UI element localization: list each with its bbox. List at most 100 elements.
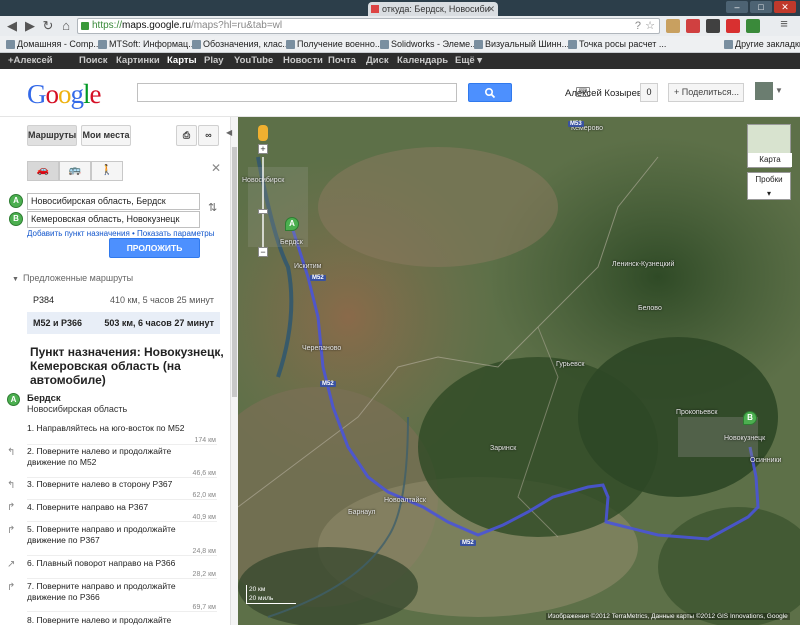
map-label: Осинники	[750, 457, 782, 464]
google-bar: +Алексей Поиск Картинки Карты Play YouTu…	[0, 53, 800, 69]
search-input[interactable]: ⌨	[137, 83, 590, 102]
gbar-item-maps[interactable]: Карты	[167, 55, 197, 66]
swap-icon[interactable]: ⇅	[208, 201, 217, 214]
extension-icon[interactable]	[746, 19, 760, 33]
divider	[27, 521, 217, 522]
gbar-item[interactable]: Картинки	[116, 55, 160, 66]
zoom-in-icon[interactable]: +	[258, 144, 268, 154]
other-bookmarks[interactable]: Другие закладки	[724, 39, 800, 49]
extension-icon[interactable]	[666, 19, 680, 33]
notification-count[interactable]: 0	[640, 83, 658, 102]
lock-icon	[81, 22, 89, 30]
star-icon[interactable]: ☆	[645, 19, 655, 33]
bookmark-item[interactable]: Получение военно...	[286, 39, 382, 49]
google-logo[interactable]: Google	[27, 79, 101, 110]
panel-scrollbar[interactable]	[230, 117, 238, 625]
extension-icon[interactable]	[706, 19, 720, 33]
forward-icon[interactable]: ▶	[22, 18, 38, 34]
show-options-link[interactable]: Показать параметры	[137, 229, 214, 238]
directions-panel: Маршруты Мои места ⎙ ∞ 🚗 🚌 🚶 ✕ A Новосиб…	[0, 117, 230, 625]
close-window-button[interactable]: ✕	[774, 1, 796, 13]
address-bar[interactable]: https://maps.google.ru/maps?hl=ru&tab=wl…	[77, 18, 660, 34]
gbar-item[interactable]: Play	[204, 55, 224, 66]
route-options-links: Добавить пункт назначения • Показать пар…	[27, 229, 215, 238]
search-icon	[484, 87, 496, 99]
map-view[interactable]: Кемерово Новосибирск Искитим Черепаново …	[238, 117, 800, 625]
search-button[interactable]	[468, 83, 512, 102]
destination-input[interactable]: Кемеровская область, Новокузнецк	[27, 211, 200, 228]
step[interactable]: 1. Направляйтесь на юго-восток по М52	[27, 423, 197, 434]
scrollbar-thumb[interactable]	[232, 147, 237, 397]
satellite-map[interactable]	[238, 117, 800, 625]
step[interactable]: 4. Поверните направо на Р367	[27, 502, 197, 513]
gbar-item-more[interactable]: Ещё ▾	[455, 55, 482, 66]
gbar-item[interactable]: Почта	[328, 55, 356, 66]
marker-a-icon[interactable]: A	[285, 217, 299, 231]
step[interactable]: 6. Плавный поворот направо на Р366	[27, 558, 197, 569]
close-icon[interactable]: ✕	[211, 161, 221, 175]
divider	[27, 578, 217, 579]
gbar-item[interactable]: YouTube	[234, 55, 273, 66]
reload-icon[interactable]: ↻	[40, 18, 56, 34]
marker-b-icon[interactable]: B	[743, 411, 757, 425]
start-name[interactable]: Бердск	[27, 393, 61, 404]
gbar-item[interactable]: Диск	[366, 55, 389, 66]
browser-tab[interactable]: откуда: Бердск, Новосиби ✕	[368, 2, 498, 16]
home-icon[interactable]: ⌂	[58, 18, 74, 34]
bookmark-item[interactable]: Домашняя - Comp...	[6, 39, 101, 49]
bookmark-icon	[192, 40, 201, 49]
gbar-item[interactable]: Поиск	[79, 55, 108, 66]
route-name: Р384	[33, 295, 55, 305]
step[interactable]: 5. Поверните направо и продолжайте движе…	[27, 524, 197, 546]
add-destination-link[interactable]: Добавить пункт назначения	[27, 229, 130, 238]
chevron-down-icon[interactable]: ▼	[775, 86, 783, 95]
step[interactable]: 7. Поверните направо и продолжайте движе…	[27, 581, 197, 603]
bookmark-item[interactable]: Точка росы расчет ...	[568, 39, 666, 49]
suggested-routes-header[interactable]: ▼ Предложенные маршруты	[12, 273, 133, 283]
bookmark-item[interactable]: Solidworks - Элеме...	[380, 39, 478, 49]
maximize-button[interactable]: □	[750, 1, 772, 13]
gbar-item[interactable]: +Алексей	[8, 55, 53, 66]
pegman-icon[interactable]	[258, 125, 268, 141]
window-controls: – □ ✕	[726, 1, 796, 13]
gmail-icon[interactable]	[686, 19, 700, 33]
print-icon[interactable]: ⎙	[176, 125, 197, 146]
origin-input[interactable]: Новосибирская область, Бердск	[27, 193, 200, 210]
bookmark-item[interactable]: Визуальный Шинн...	[474, 39, 569, 49]
tab-routes[interactable]: Маршруты	[27, 125, 77, 146]
get-directions-button[interactable]: ПРОЛОЖИТЬ МАРШРУТ	[109, 238, 200, 271]
minimize-button[interactable]: –	[726, 1, 748, 13]
user-name[interactable]: Алексей Козырев	[565, 88, 642, 99]
collapse-panel-icon[interactable]: ◀	[226, 128, 232, 137]
bus-icon[interactable]: 🚌	[59, 161, 91, 181]
zoom-out-icon[interactable]: −	[258, 247, 268, 257]
zoom-handle[interactable]	[258, 209, 268, 214]
close-tab-icon[interactable]: ✕	[487, 2, 495, 16]
share-button[interactable]: + Поделиться...	[668, 83, 744, 102]
gbar-item[interactable]: Новости	[283, 55, 323, 66]
bookmark-item[interactable]: MTSoft: Информац...	[98, 39, 196, 49]
folder-icon	[724, 40, 733, 49]
menu-icon[interactable]: ≡	[776, 16, 792, 32]
gbar-item[interactable]: Календарь	[397, 55, 448, 66]
traffic-label: Пробки	[755, 175, 783, 184]
avatar[interactable]	[755, 82, 773, 100]
route-option-selected[interactable]: М52 и Р366 503 км, 6 часов 27 минут	[27, 312, 220, 334]
walk-icon[interactable]: 🚶	[91, 161, 123, 181]
map-type-button[interactable]: Карта	[747, 124, 792, 168]
back-icon[interactable]: ◀	[4, 18, 20, 34]
bookmark-item[interactable]: Обозначения, клас...	[192, 39, 290, 49]
step[interactable]: 3. Поверните налево в сторону Р367	[27, 479, 197, 490]
step[interactable]: 2. Поверните налево и продолжайте движен…	[27, 446, 197, 468]
divider	[27, 611, 217, 612]
info-icon[interactable]: ?	[635, 19, 641, 33]
step[interactable]: 8. Поверните налево и продолжайте	[27, 615, 197, 625]
route-option[interactable]: Р384 410 км, 5 часов 25 минут	[27, 289, 220, 311]
map-label: Прокопьевск	[676, 409, 718, 416]
zoom-slider[interactable]	[262, 157, 264, 247]
extension-icon[interactable]	[726, 19, 740, 33]
link-icon[interactable]: ∞	[198, 125, 219, 146]
car-icon[interactable]: 🚗	[27, 161, 59, 181]
traffic-button[interactable]: Пробки ▾	[747, 172, 791, 200]
tab-my-places[interactable]: Мои места	[81, 125, 131, 146]
